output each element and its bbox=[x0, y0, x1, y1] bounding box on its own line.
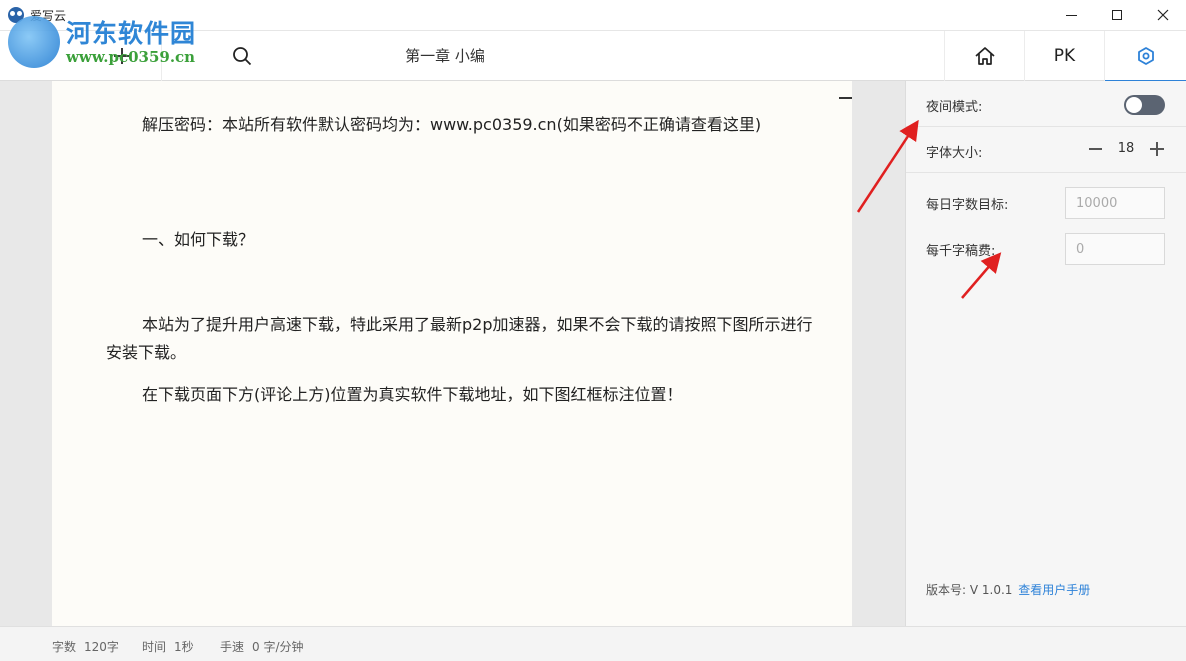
toggle-knob bbox=[1126, 97, 1142, 113]
paragraph[interactable]: 在下载页面下方(评论上方)位置为真实软件下载地址，如下图红框标注位置！ bbox=[106, 381, 826, 409]
title-bar: 爱写云 bbox=[0, 0, 1186, 30]
daily-goal-label: 每日字数目标: bbox=[926, 198, 1009, 213]
night-mode-toggle[interactable] bbox=[1124, 95, 1165, 115]
search-button[interactable] bbox=[202, 31, 282, 81]
elapsed-time: 时间 1秒 bbox=[142, 640, 194, 654]
typing-speed: 手速 0 字/分钟 bbox=[220, 640, 304, 654]
add-chapter-button[interactable] bbox=[82, 31, 162, 81]
owl-logo-icon bbox=[8, 7, 24, 23]
font-decrease-button[interactable] bbox=[1086, 138, 1104, 160]
fee-label: 每千字稿费: bbox=[926, 244, 996, 259]
fee-row: 每千字稿费: bbox=[906, 225, 1186, 271]
version-info: 版本号: V 1.0.1 查看用户手册 bbox=[926, 581, 1090, 598]
editor-page[interactable]: 解压密码：本站所有软件默认密码均为：www.pc0359.cn(如果密码不正确请… bbox=[52, 81, 852, 626]
font-size-row: 字体大小: 18 bbox=[906, 127, 1186, 173]
close-icon bbox=[1157, 9, 1169, 21]
settings-button[interactable] bbox=[1104, 31, 1186, 82]
status-bar: 字数 120字 时间 1秒 手速 0 字/分钟 bbox=[0, 626, 1186, 661]
paragraph[interactable]: 本站为了提升用户高速下载，特此采用了最新p2p加速器，如果不会下载的请按照下图所… bbox=[106, 311, 826, 367]
plus-icon bbox=[113, 48, 130, 64]
settings-hexagon-icon bbox=[1137, 47, 1154, 65]
editor-area: 解压密码：本站所有软件默认密码均为：www.pc0359.cn(如果密码不正确请… bbox=[0, 81, 905, 626]
paragraph[interactable]: 一、如何下载？ bbox=[106, 226, 826, 254]
toolbar: 第一章 小编 PK bbox=[0, 30, 1186, 82]
maximize-icon bbox=[1112, 10, 1122, 20]
pk-button[interactable]: PK bbox=[1024, 31, 1104, 81]
night-mode-label: 夜间模式: bbox=[926, 100, 983, 115]
night-mode-row: 夜间模式: bbox=[906, 81, 1186, 127]
chapter-title[interactable]: 第一章 小编 bbox=[360, 31, 530, 81]
daily-goal-input[interactable] bbox=[1065, 187, 1165, 219]
home-icon bbox=[974, 47, 995, 65]
minimize-icon bbox=[1065, 14, 1077, 16]
version-label: 版本号: V 1.0.1 bbox=[926, 583, 1013, 597]
home-button[interactable] bbox=[944, 31, 1024, 81]
scrollbar-thumb[interactable] bbox=[839, 97, 852, 99]
fee-input[interactable] bbox=[1065, 233, 1165, 265]
minus-icon bbox=[1088, 148, 1102, 150]
font-size-label: 字体大小: bbox=[926, 146, 983, 161]
window-title: 爱写云 bbox=[30, 9, 67, 23]
settings-panel: 夜间模式: 字体大小: 18 每日字数目标: 每千字稿费: 版本号: V 1.0… bbox=[905, 81, 1186, 626]
close-button[interactable] bbox=[1140, 0, 1186, 30]
user-manual-link[interactable]: 查看用户手册 bbox=[1018, 583, 1090, 597]
word-count: 字数 120字 bbox=[52, 640, 119, 654]
maximize-button[interactable] bbox=[1094, 0, 1140, 30]
minimize-button[interactable] bbox=[1048, 0, 1094, 30]
search-icon bbox=[233, 47, 252, 66]
font-increase-button[interactable] bbox=[1148, 138, 1166, 160]
scrollbar[interactable] bbox=[838, 81, 852, 626]
font-size-value: 18 bbox=[1117, 141, 1135, 156]
daily-goal-row: 每日字数目标: bbox=[906, 179, 1186, 225]
paragraph[interactable]: 解压密码：本站所有软件默认密码均为：www.pc0359.cn(如果密码不正确请… bbox=[106, 111, 826, 139]
